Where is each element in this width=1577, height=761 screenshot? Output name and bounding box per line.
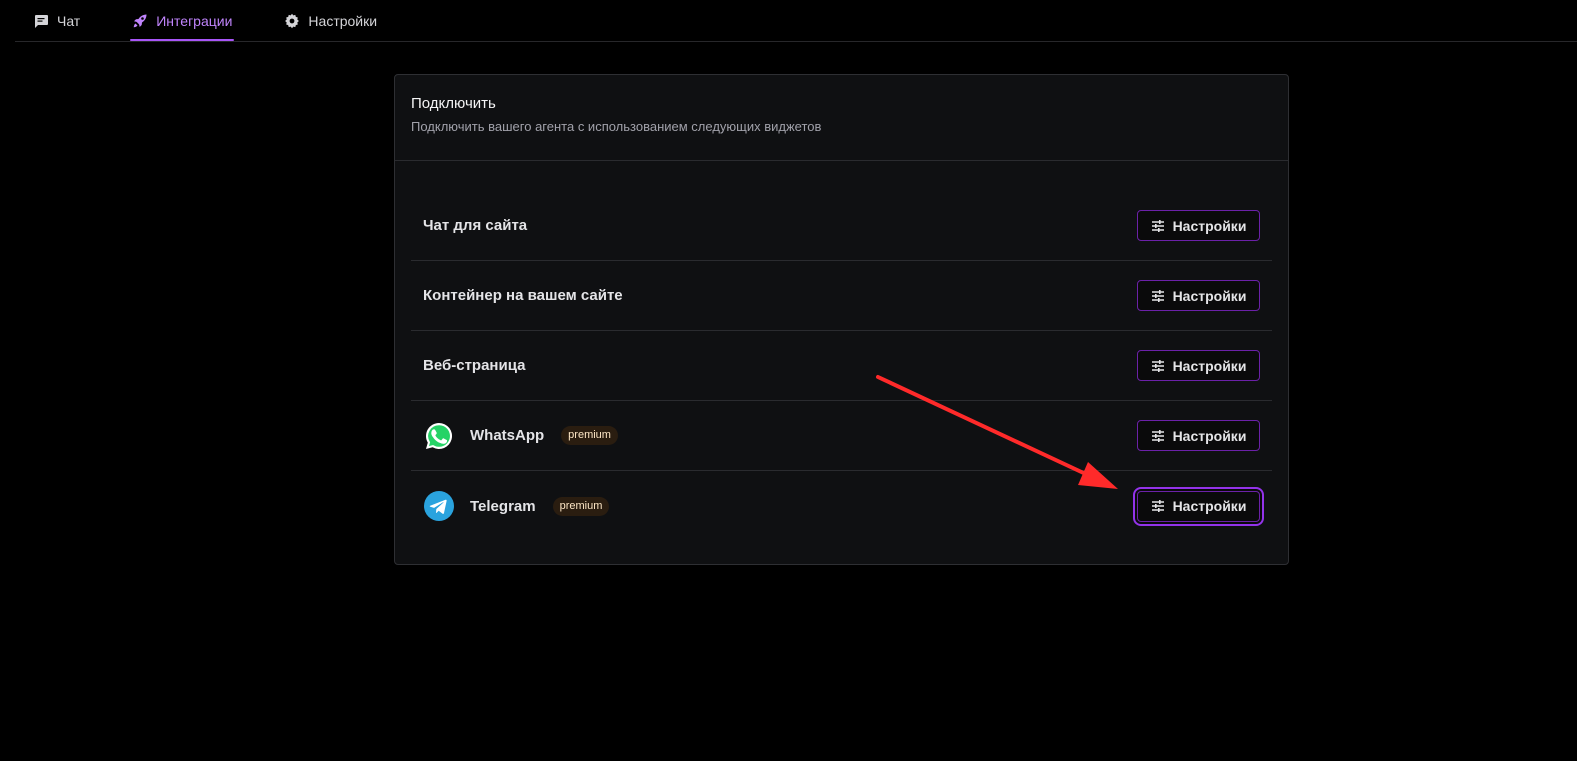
settings-button-label: Настройки: [1172, 217, 1247, 234]
tab-chat-label: Чат: [57, 12, 81, 29]
sliders-icon: [1151, 359, 1165, 373]
card-header: Подключить Подключить вашего агента с ис…: [395, 75, 1288, 161]
premium-badge: premium: [561, 426, 618, 445]
sliders-icon: [1151, 219, 1165, 233]
chat-icon: [33, 13, 49, 29]
settings-button-telegram[interactable]: Настройки: [1137, 490, 1260, 522]
top-nav: Чат Интеграции Настройки: [15, 0, 1577, 42]
tab-chat[interactable]: Чат: [31, 0, 82, 41]
integration-label: Чат для сайта: [423, 217, 528, 234]
settings-button-label: Настройки: [1172, 427, 1247, 444]
integration-row-webpage: Веб-страница Настройки: [411, 331, 1272, 401]
integration-label: WhatsApp: [470, 427, 545, 444]
whatsapp-icon: [423, 420, 455, 452]
sliders-icon: [1151, 499, 1165, 513]
gear-icon: [284, 13, 300, 29]
settings-button-site-chat[interactable]: Настройки: [1137, 210, 1260, 241]
tab-integrations[interactable]: Интеграции: [130, 0, 235, 41]
card-title: Подключить: [411, 95, 496, 112]
settings-button-label: Настройки: [1172, 498, 1247, 514]
integration-row-site-chat: Чат для сайта Настройки: [411, 191, 1272, 261]
integration-row-telegram: Telegram premium Настройки: [411, 471, 1272, 541]
settings-button-whatsapp[interactable]: Настройки: [1137, 420, 1260, 451]
tab-settings[interactable]: Настройки: [282, 0, 379, 41]
integrations-card: Подключить Подключить вашего агента с ис…: [394, 74, 1289, 565]
integrations-list: Чат для сайта Настройки Контейнер на ваш…: [411, 191, 1272, 541]
integration-label: Telegram: [470, 497, 536, 515]
sliders-icon: [1151, 429, 1165, 443]
settings-button-webpage[interactable]: Настройки: [1137, 350, 1260, 381]
rocket-icon: [132, 13, 148, 29]
integration-row-whatsapp: WhatsApp premium Настройки: [411, 401, 1272, 471]
settings-button-container[interactable]: Настройки: [1137, 280, 1260, 311]
settings-button-label: Настройки: [1172, 357, 1247, 374]
settings-button-label: Настройки: [1172, 287, 1247, 304]
telegram-icon: [423, 490, 455, 522]
tab-settings-label: Настройки: [308, 12, 378, 29]
premium-badge: premium: [552, 496, 610, 516]
sliders-icon: [1151, 289, 1165, 303]
integration-row-container: Контейнер на вашем сайте Настройки: [411, 261, 1272, 331]
card-subtitle: Подключить вашего агента с использование…: [411, 119, 822, 134]
integration-label: Контейнер на вашем сайте: [423, 287, 623, 304]
integration-label: Веб-страница: [423, 357, 526, 374]
tab-integrations-label: Интеграции: [156, 12, 233, 29]
